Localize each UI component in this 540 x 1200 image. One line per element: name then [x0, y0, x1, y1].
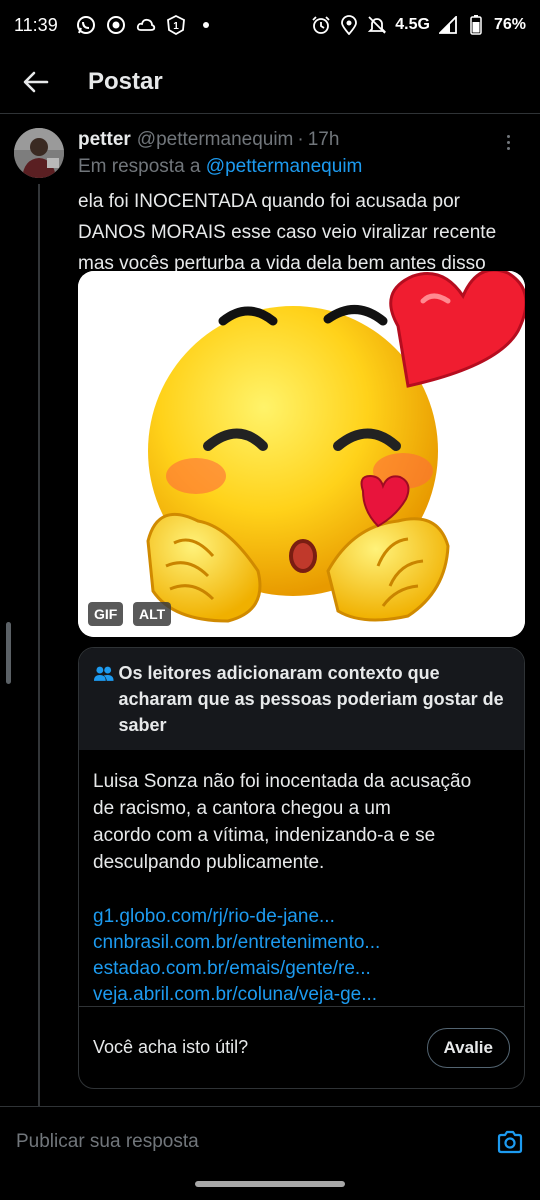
- more-options-button[interactable]: [498, 132, 518, 152]
- page-title: Postar: [88, 67, 163, 95]
- svg-text:1: 1: [173, 21, 179, 32]
- tweet-media-gif[interactable]: GIF ALT: [78, 271, 525, 637]
- arrow-left-icon: [23, 71, 49, 92]
- alarm-icon: [311, 15, 331, 35]
- scrollbar[interactable]: [6, 622, 11, 684]
- thread-line: [38, 184, 40, 1106]
- network-type: 4.5G: [395, 16, 430, 33]
- record-icon: [106, 15, 126, 35]
- people-icon: [93, 666, 114, 681]
- battery-level: 76%: [493, 16, 526, 33]
- status-time: 11:39: [14, 14, 58, 35]
- status-bar: 11:39 1 4.5G 76%: [0, 0, 540, 50]
- top-bar: Postar: [0, 50, 540, 114]
- reply-prefix: Em resposta a: [78, 156, 201, 177]
- kiss-emoji-image: [78, 271, 525, 637]
- timestamp: 17h: [307, 129, 340, 150]
- reply-context: Em resposta a @pettermanequim: [78, 156, 526, 184]
- tweet: petter @pettermanequim · 17h Em resposta…: [78, 126, 526, 279]
- note-text-line: de racismo, a cantora chegou a um: [93, 798, 391, 819]
- helpful-question: Você acha isto útil?: [93, 1037, 249, 1057]
- bell-off-icon: [367, 15, 387, 35]
- notification-icons: 1: [76, 15, 216, 35]
- back-button[interactable]: [16, 62, 56, 102]
- source-link[interactable]: cnnbrasil.com.br/entretenimento...: [93, 930, 510, 956]
- sim-badge-icon: 1: [166, 15, 186, 35]
- reply-input[interactable]: [16, 1130, 456, 1153]
- camera-icon[interactable]: [496, 1128, 524, 1156]
- tweet-text: ela foi INOCENTADA quando foi acusada po…: [78, 186, 526, 279]
- tweet-text-line: ela foi INOCENTADA quando foi acusada po…: [78, 191, 460, 212]
- note-text-line: acordo com a vítima, indenizando-a e se: [93, 825, 436, 846]
- gif-badge: GIF: [88, 602, 124, 626]
- signal-icon: [438, 15, 458, 35]
- dot-icon: [196, 15, 216, 35]
- note-text-line: Luisa Sonza não foi inocentada da acusaç…: [93, 771, 472, 792]
- source-link[interactable]: veja.abril.com.br/coluna/veja-ge...: [93, 982, 510, 1008]
- reply-bar: [0, 1106, 540, 1176]
- community-note-title: Os leitores adicionaram contexto que ach…: [118, 663, 504, 735]
- battery-icon: [466, 15, 486, 35]
- source-link[interactable]: g1.globo.com/rj/rio-de-jane...: [93, 904, 510, 930]
- community-note-body: Luisa Sonza não foi inocentada da acusaç…: [79, 750, 524, 1008]
- whatsapp-icon: [76, 15, 96, 35]
- community-note-header: Os leitores adicionaram contexto que ach…: [79, 648, 524, 750]
- tweet-text-line: DANOS MORAIS esse caso veio viralizar re…: [78, 222, 497, 243]
- avatar[interactable]: [14, 128, 64, 178]
- cloud-icon: [136, 15, 156, 35]
- author-handle[interactable]: @pettermanequim: [137, 129, 294, 151]
- home-indicator[interactable]: [195, 1181, 345, 1187]
- source-link[interactable]: estadao.com.br/emais/gente/re...: [93, 956, 510, 982]
- community-note-text: Luisa Sonza não foi inocentada da acusaç…: [93, 768, 510, 876]
- location-icon: [339, 15, 359, 35]
- alt-text-badge[interactable]: ALT: [133, 602, 172, 626]
- system-icons: 4.5G 76%: [311, 15, 526, 35]
- separator: ·: [297, 129, 304, 150]
- note-text-line: desculpando publicamente.: [93, 852, 325, 873]
- author-name[interactable]: petter: [78, 129, 131, 151]
- tweet-header: petter @pettermanequim · 17h: [78, 126, 526, 154]
- reply-mention-link[interactable]: @pettermanequim: [206, 156, 363, 177]
- rate-button[interactable]: Avalie: [426, 1027, 510, 1068]
- note-source-links: g1.globo.com/rj/rio-de-jane... cnnbrasil…: [93, 904, 510, 1008]
- community-note-footer: Você acha isto útil? Avalie: [79, 1006, 524, 1088]
- community-note: Os leitores adicionaram contexto que ach…: [78, 647, 525, 1089]
